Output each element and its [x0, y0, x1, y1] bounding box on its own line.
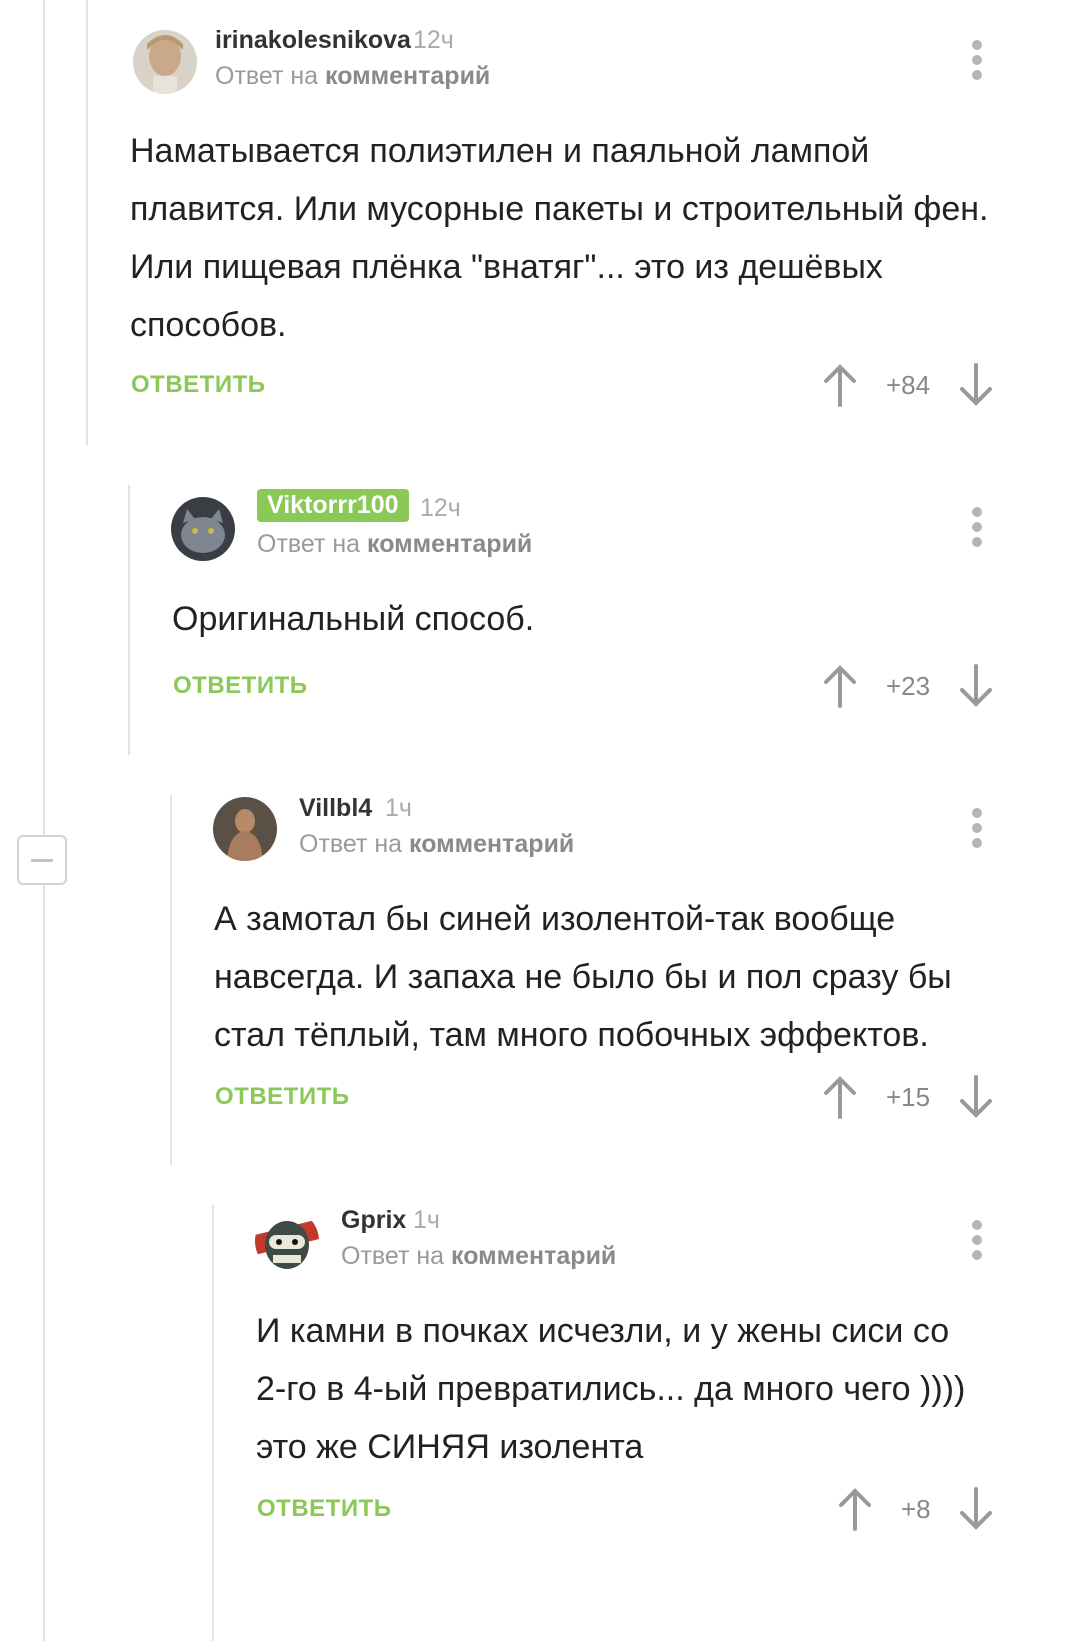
reply-to-line: Ответ на комментарий — [257, 530, 532, 559]
thread-line-level-1 — [86, 0, 88, 445]
comment-text: Наматывается полиэтилен и паяльной лампо… — [130, 132, 989, 344]
comment-author[interactable]: irinakolesnikova — [215, 26, 411, 55]
reply-button[interactable]: ОТВЕТИТЬ — [215, 1083, 350, 1111]
comment-author[interactable]: Gprix — [341, 1206, 406, 1235]
arrow-up-icon[interactable] — [835, 1487, 875, 1531]
arrow-up-icon[interactable] — [820, 363, 860, 407]
vote-score: +15 — [886, 1082, 931, 1112]
reply-to-prefix: Ответ на — [341, 1242, 445, 1270]
more-vertical-icon[interactable] — [970, 507, 984, 551]
reply-button[interactable]: ОТВЕТИТЬ — [173, 672, 308, 700]
comment-text: А замотал бы синей изолентой-так вообще … — [214, 900, 952, 1054]
reply-to-line: Ответ на комментарий — [341, 1242, 616, 1271]
avatar[interactable] — [255, 1209, 319, 1273]
comment-time: 1ч — [413, 1206, 440, 1234]
reply-to-prefix: Ответ на — [215, 62, 319, 90]
more-vertical-icon[interactable] — [970, 808, 984, 852]
thread-line-level-4 — [212, 1205, 214, 1641]
reply-to-line: Ответ на комментарий — [299, 830, 574, 859]
arrow-down-icon[interactable] — [956, 1075, 996, 1119]
arrow-down-icon[interactable] — [956, 664, 996, 708]
thread-line-level-2 — [128, 485, 130, 755]
vote-score: +8 — [901, 1494, 931, 1524]
comment-time: 12ч — [420, 494, 461, 522]
thread-line-level-3 — [170, 795, 172, 1165]
comment-author[interactable]: Villbl4 — [299, 794, 372, 823]
more-vertical-icon[interactable] — [970, 40, 984, 84]
reply-to-link[interactable]: комментарий — [451, 1242, 616, 1270]
avatar[interactable] — [171, 497, 235, 561]
thread-line-level-0 — [43, 0, 45, 1641]
arrow-up-icon[interactable] — [820, 664, 860, 708]
reply-button[interactable]: ОТВЕТИТЬ — [257, 1495, 392, 1523]
reply-to-link[interactable]: комментарий — [409, 830, 574, 858]
avatar[interactable] — [133, 30, 197, 94]
arrow-down-icon[interactable] — [956, 1487, 996, 1531]
comment-time: 1ч — [385, 794, 412, 822]
arrow-down-icon[interactable] — [956, 363, 996, 407]
more-vertical-icon[interactable] — [970, 1220, 984, 1264]
reply-to-prefix: Ответ на — [299, 830, 403, 858]
avatar[interactable] — [213, 797, 277, 861]
reply-to-line: Ответ на комментарий — [215, 62, 490, 91]
collapse-thread-button[interactable] — [17, 835, 67, 885]
reply-to-link[interactable]: комментарий — [367, 530, 532, 558]
comment-time: 12ч — [413, 26, 454, 54]
vote-score: +23 — [886, 671, 931, 701]
reply-to-link[interactable]: комментарий — [325, 62, 490, 90]
arrow-up-icon[interactable] — [820, 1075, 860, 1119]
vote-score: +84 — [886, 370, 931, 400]
comment-author[interactable]: Viktorrr100 — [257, 489, 409, 522]
comment-text: Оригинальный способ. — [172, 600, 535, 638]
comment-text: И камни в почках исчезли, и у жены сиси … — [256, 1312, 966, 1466]
reply-to-prefix: Ответ на — [257, 530, 361, 558]
reply-button[interactable]: ОТВЕТИТЬ — [131, 371, 266, 399]
